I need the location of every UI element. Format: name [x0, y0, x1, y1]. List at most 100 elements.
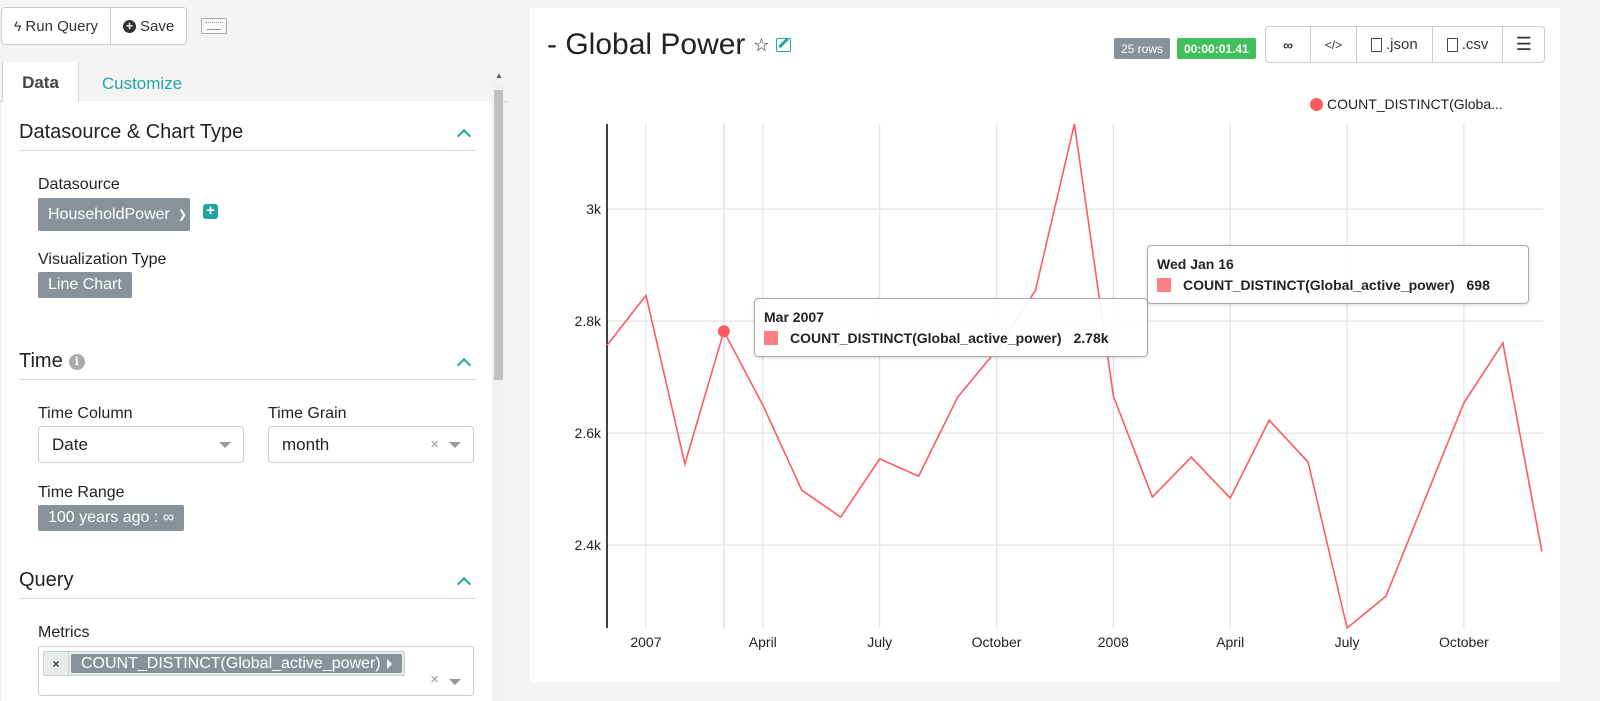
data-point[interactable]	[1266, 417, 1272, 423]
data-point[interactable]	[1344, 625, 1350, 631]
data-point[interactable]	[760, 402, 766, 408]
data-point[interactable]	[1110, 393, 1116, 399]
series-line[interactable]	[606, 123, 1543, 630]
info-icon[interactable]: i	[68, 354, 85, 370]
section-query: Query	[19, 563, 476, 599]
chevron-up-icon[interactable]	[456, 573, 472, 589]
tooltip-series: COUNT_DISTINCT(Global_active_power)	[1183, 277, 1455, 293]
section-time: Time i	[19, 344, 476, 380]
panel-scrollbar-thumb[interactable]	[494, 90, 503, 380]
data-point[interactable]	[643, 292, 649, 298]
tooltip-title: Wed Jan 16	[1157, 256, 1234, 272]
data-point[interactable]	[1383, 593, 1389, 599]
x-tick-label: 2007	[630, 634, 661, 650]
section-datasource-title: Datasource & Chart Type	[19, 121, 244, 143]
x-tick-label: July	[867, 634, 892, 650]
viz-type-label: Visualization Type	[38, 251, 167, 268]
datasource-value: HouseholdPower	[48, 205, 170, 223]
add-datasource-icon[interactable]: +	[203, 203, 218, 219]
chart-panel: - Global Power ☆ 25 rows 00:00:01.41 ∞ <…	[530, 8, 1560, 682]
metrics-label: Metrics	[38, 624, 90, 641]
data-point[interactable]	[916, 473, 922, 479]
tooltip-value: 698	[1466, 277, 1490, 293]
section-datasource: Datasource & Chart Type	[19, 115, 476, 151]
section-query-header[interactable]: Query	[19, 563, 476, 599]
chevron-up-icon[interactable]	[456, 354, 472, 370]
control-tabs: Data Customize	[0, 62, 508, 103]
tooltip-series: COUNT_DISTINCT(Global_active_power)	[790, 330, 1062, 346]
x-tick-label: 2008	[1098, 634, 1129, 650]
data-point[interactable]	[1149, 494, 1155, 500]
data-point[interactable]	[1032, 287, 1038, 293]
data-point[interactable]	[1305, 459, 1311, 465]
caret-down-icon	[449, 442, 461, 448]
tab-data[interactable]: Data	[2, 62, 79, 103]
time-range-label: Time Range	[38, 484, 125, 501]
data-point[interactable]	[1227, 495, 1233, 501]
remove-metric-icon[interactable]: ×	[44, 652, 69, 675]
data-point[interactable]	[1500, 340, 1506, 346]
tooltip-value: 2.78k	[1073, 330, 1109, 346]
hovered-data-point[interactable]	[717, 325, 730, 338]
time-grain-select[interactable]: month ×	[268, 426, 474, 463]
scroll-up-arrow-icon[interactable]: ▲	[493, 70, 505, 82]
metrics-select[interactable]: × COUNT_DISTINCT(Global_active_power) ×	[38, 646, 474, 696]
time-column-select[interactable]: Date	[38, 426, 244, 463]
vertical-gridlines	[645, 124, 1465, 628]
data-point[interactable]	[1071, 121, 1077, 127]
y-tick-label: 2.6k	[575, 425, 602, 441]
chevron-down-icon: ❯	[177, 209, 188, 221]
section-time-header[interactable]: Time i	[19, 344, 476, 380]
y-tick-label: 3k	[586, 201, 602, 217]
x-tick-label: April	[1216, 634, 1244, 650]
data-point[interactable]	[1422, 496, 1428, 502]
keyboard-icon[interactable]	[201, 18, 228, 34]
x-tick-labels: 2007 April July October 2008 April July October	[630, 634, 1489, 650]
caret-down-icon	[219, 442, 231, 448]
viz-type-select[interactable]: Line Chart	[38, 272, 132, 298]
section-time-title: Time	[19, 350, 63, 372]
data-point[interactable]	[604, 342, 610, 348]
x-tick-label: October	[972, 634, 1022, 650]
data-point[interactable]	[877, 456, 883, 462]
section-query-title: Query	[19, 569, 74, 591]
metric-tag: × COUNT_DISTINCT(Global_active_power)	[43, 651, 405, 676]
clear-icon[interactable]: ×	[430, 671, 439, 688]
data-points	[604, 121, 1545, 631]
bolt-icon: ϟ	[14, 18, 22, 34]
data-point[interactable]	[1188, 454, 1194, 460]
data-point[interactable]	[955, 394, 961, 400]
x-tick-label: April	[749, 634, 777, 650]
series-swatch-icon	[764, 331, 778, 345]
time-range-value: 100 years ago : ∞	[48, 509, 175, 526]
save-label: Save	[139, 17, 175, 35]
caret-right-icon	[386, 658, 392, 669]
data-point[interactable]	[1539, 548, 1545, 554]
viz-type-value: Line Chart	[48, 276, 122, 293]
clear-icon[interactable]: ×	[430, 436, 439, 453]
explore-toolbar: ϟ Run Query + Save	[1, 7, 228, 45]
data-point[interactable]	[1461, 400, 1467, 406]
x-tick-label: October	[1439, 634, 1489, 650]
tooltip-hover: Mar 2007 COUNT_DISTINCT(Global_active_po…	[754, 298, 1148, 357]
run-query-button[interactable]: ϟ Run Query	[2, 8, 110, 44]
data-point[interactable]	[838, 514, 844, 520]
time-range-select[interactable]: 100 years ago : ∞	[38, 505, 185, 531]
caret-down-icon	[449, 679, 461, 685]
y-tick-label: 2.4k	[575, 537, 602, 553]
metric-label[interactable]: COUNT_DISTINCT(Global_active_power)	[71, 654, 402, 673]
run-query-label: Run Query	[25, 17, 98, 35]
tab-customize[interactable]: Customize	[92, 66, 192, 102]
tooltip-stale: Wed Jan 16 COUNT_DISTINCT(Global_active_…	[1147, 245, 1529, 304]
time-column-label: Time Column	[38, 405, 133, 422]
datasource-select[interactable]: HouseholdPower ❯	[38, 198, 190, 231]
data-point[interactable]	[682, 461, 688, 467]
chevron-up-icon[interactable]	[456, 125, 472, 141]
data-point[interactable]	[799, 487, 805, 493]
x-tick-label: July	[1335, 634, 1360, 650]
plus-circle-icon: +	[122, 19, 136, 33]
save-button[interactable]: + Save	[109, 8, 187, 44]
section-datasource-header[interactable]: Datasource & Chart Type	[19, 115, 476, 151]
time-grain-label: Time Grain	[268, 405, 347, 422]
series-swatch-icon	[1157, 278, 1171, 292]
